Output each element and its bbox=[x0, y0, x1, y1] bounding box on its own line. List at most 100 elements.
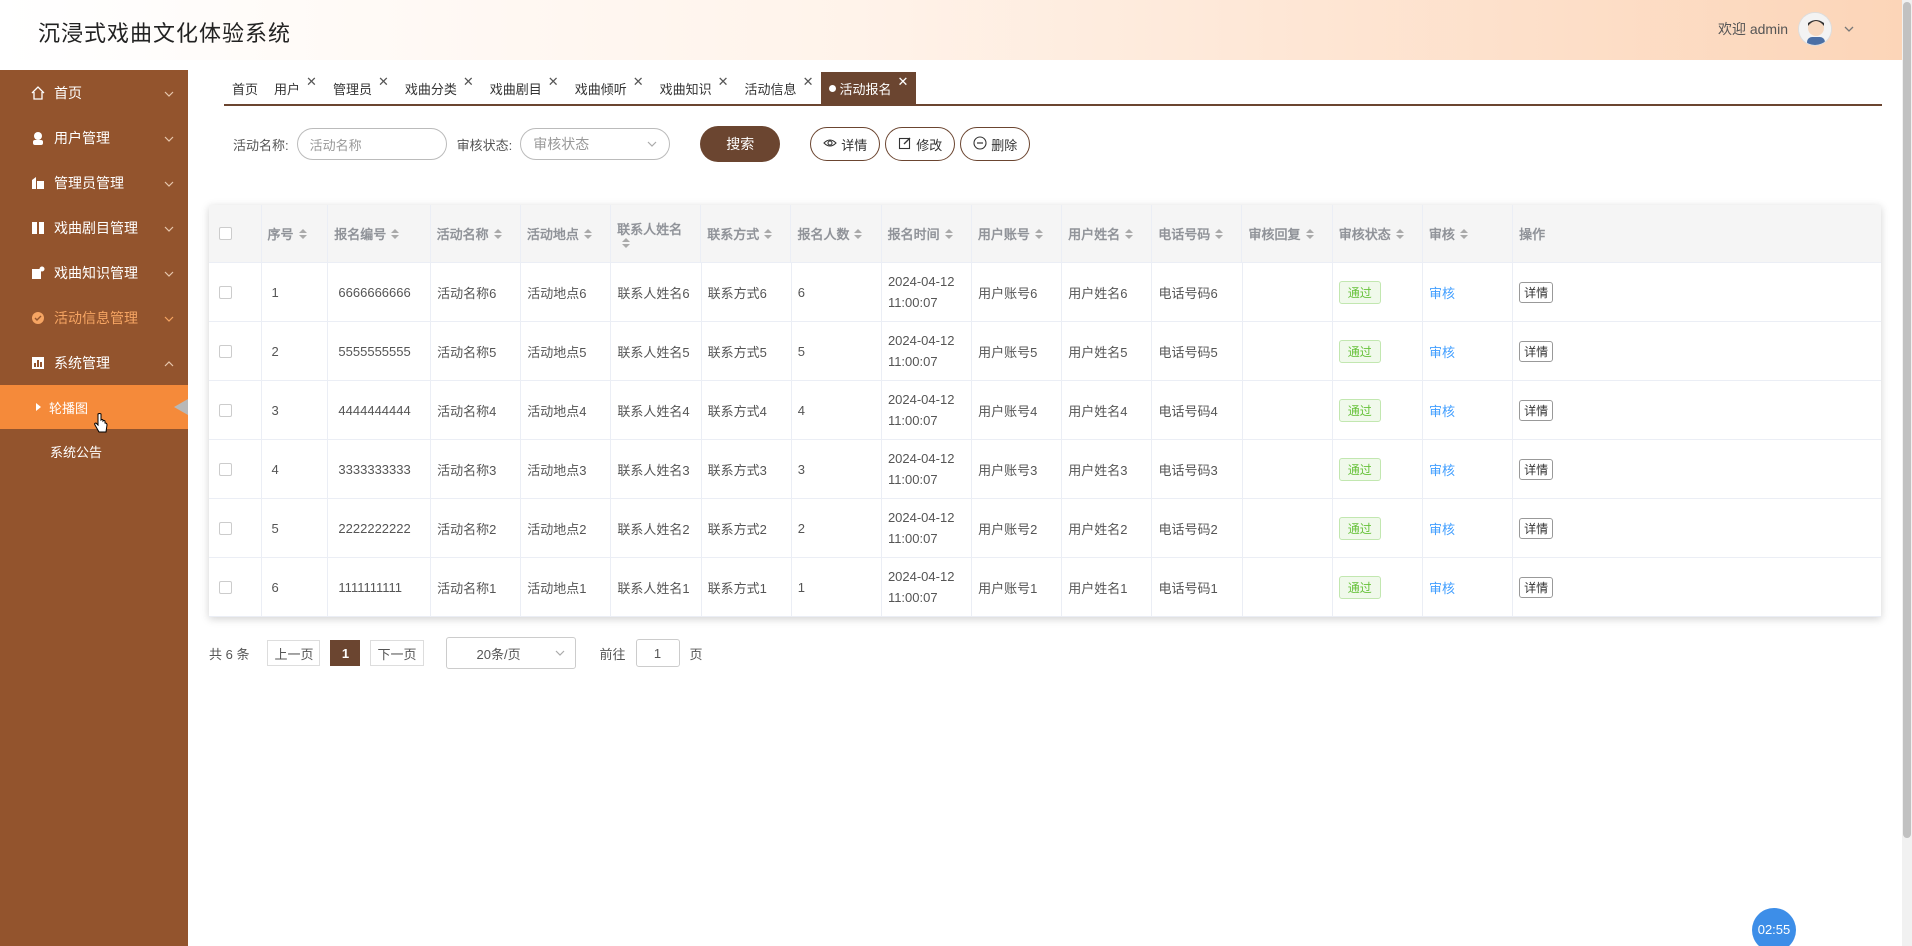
sidebar-item-opera-repertoire[interactable]: 戏曲剧目管理 bbox=[0, 205, 188, 250]
column-header[interactable]: 审核 bbox=[1423, 205, 1514, 262]
row-detail-button[interactable]: 详情 bbox=[1519, 576, 1554, 598]
cell-tel: 电话号码2 bbox=[1158, 521, 1218, 537]
sidebar-item-admins[interactable]: 管理员管理 bbox=[0, 160, 188, 205]
row-checkbox[interactable] bbox=[219, 521, 232, 535]
column-header[interactable]: 审核状态 bbox=[1333, 205, 1423, 262]
tab-admin[interactable]: 管理员 ✕ bbox=[325, 72, 397, 104]
tab-opera-repertoire[interactable]: 戏曲剧目 ✕ bbox=[482, 72, 567, 104]
sidebar-item-opera-knowledge[interactable]: 戏曲知识管理 bbox=[0, 250, 188, 295]
sort-icon[interactable] bbox=[1459, 228, 1468, 239]
sort-icon[interactable] bbox=[583, 228, 592, 239]
select-all-checkbox[interactable] bbox=[219, 227, 232, 240]
goto-page-input[interactable]: 1 bbox=[635, 639, 680, 667]
tab-activity-signup[interactable]: 活动报名 ✕ bbox=[821, 72, 917, 104]
next-page-button[interactable]: 下一页 bbox=[370, 640, 424, 666]
row-detail-button[interactable]: 详情 bbox=[1519, 399, 1554, 421]
audit-link[interactable]: 审核 bbox=[1429, 578, 1455, 597]
sidebar-subitem-announcement[interactable]: 系统公告 bbox=[0, 429, 188, 473]
cell-count: 2 bbox=[797, 520, 805, 536]
column-header[interactable]: 审核回复 bbox=[1242, 205, 1333, 262]
search-button[interactable]: 搜索 bbox=[700, 126, 781, 162]
tab-home[interactable]: 首页 bbox=[224, 72, 266, 104]
table-cell: 电话号码4 bbox=[1152, 381, 1243, 439]
column-header[interactable]: 序号 bbox=[262, 205, 329, 262]
avatar[interactable] bbox=[1798, 12, 1832, 46]
column-header[interactable]: 报名编号 bbox=[328, 205, 431, 262]
close-icon[interactable]: ✕ bbox=[378, 74, 389, 90]
row-detail-button[interactable]: 详情 bbox=[1519, 458, 1554, 480]
delete-button[interactable]: 删除 bbox=[960, 127, 1031, 161]
column-header[interactable]: 操作 bbox=[1513, 205, 1881, 262]
sort-icon[interactable] bbox=[944, 228, 953, 239]
detail-button[interactable]: 详情 bbox=[810, 127, 881, 161]
table-cell: 2024-04-12 11:00:07 bbox=[882, 440, 973, 498]
timer-badge[interactable]: 02:55 bbox=[1752, 908, 1796, 946]
tab-opera-knowledge[interactable]: 戏曲知识 ✕ bbox=[652, 72, 737, 104]
page-size-select[interactable]: 20条/页 bbox=[445, 637, 576, 669]
tab-activity-info[interactable]: 活动信息 ✕ bbox=[737, 72, 822, 104]
column-header[interactable]: 联系人姓名 bbox=[611, 205, 702, 262]
audit-link[interactable]: 审核 bbox=[1429, 460, 1455, 479]
close-icon[interactable]: ✕ bbox=[548, 74, 559, 90]
table-cell: 通过 bbox=[1333, 440, 1423, 498]
sidebar-item-users[interactable]: 用户管理 bbox=[0, 115, 188, 160]
close-icon[interactable]: ✕ bbox=[633, 74, 644, 90]
sort-icon[interactable] bbox=[1125, 228, 1134, 239]
sort-icon[interactable] bbox=[298, 228, 307, 239]
activity-name-input[interactable]: 活动名称 bbox=[296, 128, 447, 160]
sort-icon[interactable] bbox=[1215, 228, 1224, 239]
sort-icon[interactable] bbox=[764, 228, 773, 239]
signup-time: 11:00:07 bbox=[887, 531, 938, 546]
row-detail-button[interactable]: 详情 bbox=[1519, 340, 1554, 362]
row-detail-button[interactable]: 详情 bbox=[1519, 517, 1554, 539]
column-header[interactable]: 活动地点 bbox=[521, 205, 612, 262]
table-cell: 5 bbox=[262, 499, 329, 557]
sort-icon[interactable] bbox=[493, 228, 502, 239]
column-header[interactable]: 报名时间 bbox=[882, 205, 972, 262]
scroll-thumb[interactable] bbox=[1903, 2, 1911, 838]
close-icon[interactable]: ✕ bbox=[306, 74, 317, 90]
audit-link[interactable]: 审核 bbox=[1429, 342, 1455, 361]
audit-link[interactable]: 审核 bbox=[1429, 283, 1455, 302]
tab-opera-category[interactable]: 戏曲分类 ✕ bbox=[397, 72, 482, 104]
close-icon[interactable]: ✕ bbox=[897, 74, 908, 90]
close-icon[interactable]: ✕ bbox=[463, 74, 474, 90]
sort-icon[interactable] bbox=[854, 228, 863, 239]
sidebar-item-home[interactable]: 首页 bbox=[0, 70, 188, 115]
chevron-down-icon[interactable] bbox=[1842, 22, 1856, 36]
prev-page-button[interactable]: 上一页 bbox=[267, 640, 321, 666]
audit-status-select[interactable]: 审核状态 bbox=[520, 128, 671, 160]
column-header[interactable]: 用户姓名 bbox=[1062, 205, 1153, 262]
sort-icon[interactable] bbox=[1395, 228, 1404, 239]
sort-icon[interactable] bbox=[622, 238, 631, 248]
row-checkbox[interactable] bbox=[219, 403, 232, 417]
table-cell: 通过 bbox=[1333, 499, 1423, 557]
sort-icon[interactable] bbox=[1034, 228, 1043, 239]
page-number-current[interactable]: 1 bbox=[330, 640, 361, 666]
tab-opera-listen[interactable]: 戏曲倾听 ✕ bbox=[567, 72, 652, 104]
sidebar-item-activity-info[interactable]: 活动信息管理 bbox=[0, 295, 188, 340]
table-cell: 用户姓名3 bbox=[1062, 440, 1153, 498]
column-header[interactable]: 电话号码 bbox=[1152, 205, 1243, 262]
column-header[interactable]: 用户账号 bbox=[972, 205, 1063, 262]
sort-icon[interactable] bbox=[1305, 228, 1314, 239]
edit-button[interactable]: 修改 bbox=[885, 127, 956, 161]
tab-user[interactable]: 用户 ✕ bbox=[266, 72, 325, 104]
row-checkbox[interactable] bbox=[219, 285, 232, 299]
row-detail-button[interactable]: 详情 bbox=[1519, 281, 1554, 303]
audit-link[interactable]: 审核 bbox=[1429, 401, 1455, 420]
row-checkbox[interactable] bbox=[219, 344, 232, 358]
row-checkbox[interactable] bbox=[219, 580, 232, 594]
row-checkbox[interactable] bbox=[219, 462, 232, 476]
close-icon[interactable]: ✕ bbox=[803, 74, 814, 90]
column-header[interactable]: 联系方式 bbox=[701, 205, 792, 262]
sidebar-item-label: 戏曲剧目管理 bbox=[54, 219, 138, 236]
audit-link[interactable]: 审核 bbox=[1429, 519, 1455, 538]
column-header[interactable]: 报名人数 bbox=[791, 205, 882, 262]
close-icon[interactable]: ✕ bbox=[718, 74, 729, 90]
column-header[interactable]: 活动名称 bbox=[431, 205, 521, 262]
sort-icon[interactable] bbox=[391, 228, 400, 239]
sidebar-item-system[interactable]: 系统管理 bbox=[0, 340, 188, 385]
user-menu[interactable]: 欢迎 admin bbox=[1718, 12, 1856, 46]
page-scrollbar[interactable] bbox=[1902, 0, 1912, 946]
